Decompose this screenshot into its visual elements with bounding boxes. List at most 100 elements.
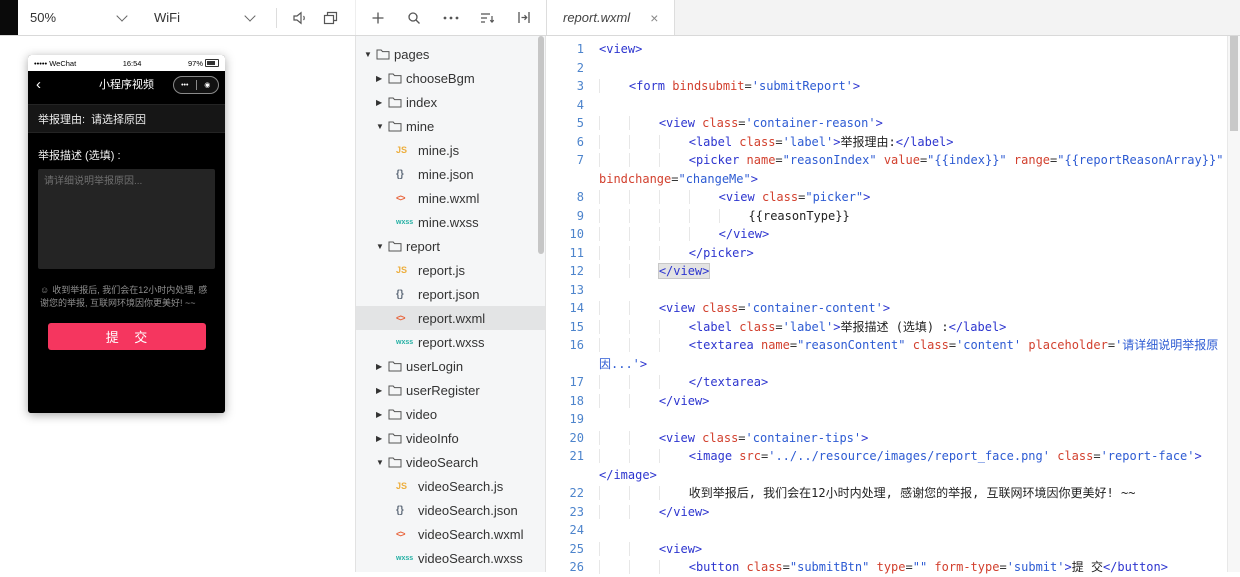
code-line[interactable]: 25 <view> — [550, 540, 1227, 559]
collapse-arrow-icon[interactable]: ▼ — [364, 50, 376, 59]
report-face-icon: ☺ — [40, 285, 50, 295]
collapse-arrow-icon[interactable]: ▼ — [376, 122, 388, 131]
tree-item-report[interactable]: ▼ report — [356, 234, 545, 258]
search-icon[interactable] — [399, 0, 429, 35]
code-editor: 1 <view> 2 3 <form bindsubmit='submitRepor… — [546, 36, 1240, 574]
tree-item-index[interactable]: ▶ index — [356, 90, 545, 114]
code-line[interactable]: 22 收到举报后, 我们会在12小时内处理, 感谢您的举报, 互联网环境因你更美… — [550, 484, 1227, 503]
code-line[interactable]: 10 </view> — [550, 225, 1227, 244]
wxml-file-icon: <> — [396, 193, 406, 203]
file-name: mine.json — [418, 166, 474, 182]
code-line[interactable]: 18 </view> — [550, 392, 1227, 411]
code-line[interactable]: 5 <view class='container-reason'> — [550, 114, 1227, 133]
tree-item-mine[interactable]: ▼ mine — [356, 114, 545, 138]
editor-scrollbar-thumb[interactable] — [1230, 36, 1238, 131]
line-number: 20 — [569, 430, 584, 445]
report-textarea[interactable]: 请详细说明举报原因... — [38, 169, 215, 269]
tree-item-videoSearch.js[interactable]: JS videoSearch.js — [356, 474, 545, 498]
chevron-down-icon — [116, 9, 128, 22]
tree-item-mine.json[interactable]: {} mine.json — [356, 162, 545, 186]
code-line[interactable]: 24 — [550, 521, 1227, 540]
main-area: ••••• WeChat 16:54 97% ‹ 小程序视频 ••• ◉ 举报理… — [0, 36, 1240, 574]
wxss-file-icon: wxss — [396, 218, 414, 226]
tree-item-pages[interactable]: ▼ pages — [356, 42, 545, 66]
collapse-arrow-icon[interactable]: ▼ — [376, 458, 388, 467]
phone-preview: ••••• WeChat 16:54 97% ‹ 小程序视频 ••• ◉ 举报理… — [28, 55, 225, 413]
tree-item-chooseBgm[interactable]: ▶ chooseBgm — [356, 66, 545, 90]
report-reason-picker[interactable]: 举报理由: 请选择原因 — [28, 104, 225, 133]
panels-icon[interactable] — [315, 0, 345, 35]
expand-arrow-icon[interactable]: ▶ — [376, 434, 388, 443]
record-icon[interactable]: ◉ — [197, 82, 219, 89]
code-line[interactable]: 12 </view> — [550, 262, 1227, 281]
expand-arrow-icon[interactable]: ▶ — [376, 362, 388, 371]
compile-icon[interactable] — [509, 0, 539, 35]
tab-title: report.wxml — [563, 10, 631, 25]
more-icon[interactable] — [436, 0, 466, 35]
tree-item-videoSearch.wxml[interactable]: <> videoSearch.wxml — [356, 522, 545, 546]
capsule-menu: ••• ◉ — [173, 76, 219, 94]
file-name: videoSearch.js — [418, 478, 504, 494]
collapse-arrow-icon[interactable]: ▼ — [376, 242, 388, 251]
report-tips: ☺ 收到举报后, 我们会在12小时内处理, 感谢您的举报, 互联网环境因你更美好!… — [40, 284, 213, 310]
tree-item-report.wxml[interactable]: <> report.wxml — [356, 306, 545, 330]
code-line[interactable]: 7 <picker name="reasonIndex" value="{{in… — [550, 151, 1227, 188]
code-line[interactable]: 16 <textarea name="reasonContent" class=… — [550, 336, 1227, 373]
code-line[interactable]: 20 <view class='container-tips'> — [550, 429, 1227, 448]
editor-scrollbar-track[interactable] — [1227, 36, 1240, 572]
more-menu-icon[interactable]: ••• — [174, 82, 196, 89]
expand-arrow-icon[interactable]: ▶ — [376, 74, 388, 83]
code-line[interactable]: 2 — [550, 59, 1227, 78]
code-line[interactable]: 13 — [550, 281, 1227, 300]
code-line[interactable]: 8 <view class="picker"> — [550, 188, 1227, 207]
code-line[interactable]: 6 <label class='label'>举报理由:</label> — [550, 133, 1227, 152]
clock-label: 16:54 — [122, 58, 142, 68]
expand-arrow-icon[interactable]: ▶ — [376, 98, 388, 107]
tree-item-videoInfo[interactable]: ▶ videoInfo — [356, 426, 545, 450]
line-number: 5 — [576, 116, 584, 130]
tree-item-userRegister[interactable]: ▶ userRegister — [356, 378, 545, 402]
back-icon[interactable]: ‹ — [36, 77, 41, 92]
code-line[interactable]: 3 <form bindsubmit='submitReport'> — [550, 77, 1227, 96]
tree-item-videoSearch[interactable]: ▼ videoSearch — [356, 450, 545, 474]
tree-item-userLogin[interactable]: ▶ userLogin — [356, 354, 545, 378]
code-line[interactable]: 19 — [550, 410, 1227, 429]
tree-item-video[interactable]: ▶ video — [356, 402, 545, 426]
reason-value: 请选择原因 — [91, 113, 147, 126]
js-file-icon: JS — [396, 145, 408, 155]
tree-item-mine.wxss[interactable]: wxss mine.wxss — [356, 210, 545, 234]
code-line[interactable]: 4 — [550, 96, 1227, 115]
code-line[interactable]: 23 </view> — [550, 503, 1227, 522]
file-name: videoSearch.json — [418, 502, 518, 518]
tab-report-wxml[interactable]: report.wxml × — [547, 0, 676, 35]
close-icon[interactable]: × — [650, 11, 658, 25]
tree-item-report.json[interactable]: {} report.json — [356, 282, 545, 306]
expand-arrow-icon[interactable]: ▶ — [376, 410, 388, 419]
code-line[interactable]: 11 </picker> — [550, 244, 1227, 263]
tree-item-mine.wxml[interactable]: <> mine.wxml — [356, 186, 545, 210]
volume-icon[interactable] — [285, 0, 315, 35]
tree-item-report.wxss[interactable]: wxss report.wxss — [356, 330, 545, 354]
tree-item-report.js[interactable]: JS report.js — [356, 258, 545, 282]
tree-item-videoSearch.wxss[interactable]: wxss videoSearch.wxss — [356, 546, 545, 570]
network-select[interactable]: WiFi — [140, 0, 268, 35]
code-line[interactable]: 15 <label class='label'>举报描述 (选填) :</lab… — [550, 318, 1227, 337]
code-line[interactable]: 26 <button class="submitBtn" type="" for… — [550, 558, 1227, 577]
code-line[interactable]: 14 <view class='container-content'> — [550, 299, 1227, 318]
code-line[interactable]: 21 <image src='../../resource/images/rep… — [550, 447, 1227, 484]
add-icon[interactable] — [363, 0, 393, 35]
code-line[interactable]: 17 </textarea> — [550, 373, 1227, 392]
submit-button[interactable]: 提 交 — [47, 323, 206, 350]
explorer-toolbar — [355, 0, 546, 35]
tree-scrollbar[interactable] — [538, 36, 544, 254]
expand-arrow-icon[interactable]: ▶ — [376, 386, 388, 395]
zoom-select[interactable]: 50% — [18, 0, 140, 35]
code-line[interactable]: 1 <view> — [550, 40, 1227, 59]
code-line[interactable]: 9 {{reasonType}} — [550, 207, 1227, 226]
line-number: 15 — [569, 319, 584, 334]
line-number: 17 — [569, 375, 584, 389]
sort-icon[interactable] — [473, 0, 503, 35]
tree-item-mine.js[interactable]: JS mine.js — [356, 138, 545, 162]
tree-item-videoSearch.json[interactable]: {} videoSearch.json — [356, 498, 545, 522]
line-number: 22 — [569, 486, 584, 500]
